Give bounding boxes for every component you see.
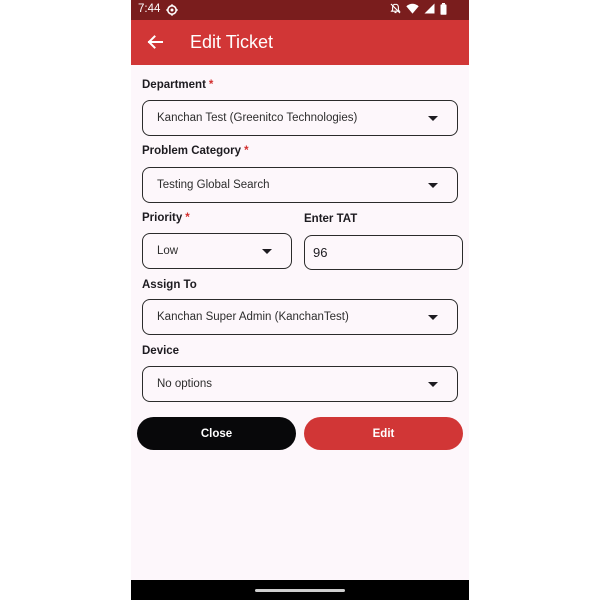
- problem-category-value: Testing Global Search: [157, 179, 270, 191]
- app-bar: Edit Ticket: [131, 20, 469, 65]
- home-gesture-handle[interactable]: [255, 589, 345, 592]
- department-label: Department *: [142, 79, 213, 91]
- status-time: 7:44: [138, 3, 161, 15]
- status-icons: [390, 2, 447, 18]
- tat-label: Enter TAT: [304, 213, 358, 225]
- caret-down-icon: [428, 116, 438, 121]
- device-dropdown[interactable]: No options: [142, 366, 458, 402]
- required-mark: *: [244, 145, 249, 157]
- priority-dropdown[interactable]: Low: [142, 233, 292, 269]
- problem-category-dropdown[interactable]: Testing Global Search: [142, 167, 458, 203]
- signal-icon: [424, 3, 435, 17]
- navigation-bar: [131, 580, 469, 600]
- caret-down-icon: [262, 249, 272, 254]
- back-button[interactable]: [143, 30, 167, 54]
- close-button[interactable]: Close: [137, 417, 296, 450]
- battery-icon: [440, 2, 447, 18]
- department-label-text: Department: [142, 79, 206, 91]
- wifi-icon: [406, 3, 419, 17]
- priority-label-text: Priority: [142, 212, 183, 224]
- page-title: Edit Ticket: [190, 32, 274, 52]
- edit-button[interactable]: Edit: [304, 417, 463, 450]
- phone-screen: 7:44 Edit Ticket Department * Kanchan Te…: [131, 0, 469, 600]
- department-dropdown[interactable]: Kanchan Test (Greenitco Technologies): [142, 100, 458, 136]
- priority-label: Priority *: [142, 212, 190, 224]
- caret-down-icon: [428, 382, 438, 387]
- device-label: Device: [142, 345, 180, 357]
- device-value: No options: [157, 378, 212, 390]
- assign-to-dropdown[interactable]: Kanchan Super Admin (KanchanTest): [142, 299, 458, 335]
- bell-off-icon: [390, 3, 401, 17]
- status-bar: 7:44: [131, 0, 469, 20]
- arrow-left-icon: [147, 35, 163, 49]
- problem-category-label-text: Problem Category: [142, 145, 242, 157]
- caret-down-icon: [428, 315, 438, 320]
- required-mark: *: [185, 212, 190, 224]
- caret-down-icon: [428, 183, 438, 188]
- assign-to-label: Assign To: [142, 279, 197, 291]
- required-mark: *: [208, 79, 214, 91]
- tat-input[interactable]: [304, 235, 463, 270]
- department-value: Kanchan Test (Greenitco Technologies): [157, 112, 358, 124]
- problem-category-label: Problem Category *: [142, 145, 249, 157]
- assign-to-value: Kanchan Super Admin (KanchanTest): [157, 311, 349, 323]
- priority-value: Low: [157, 245, 179, 257]
- gear-icon: [166, 4, 178, 16]
